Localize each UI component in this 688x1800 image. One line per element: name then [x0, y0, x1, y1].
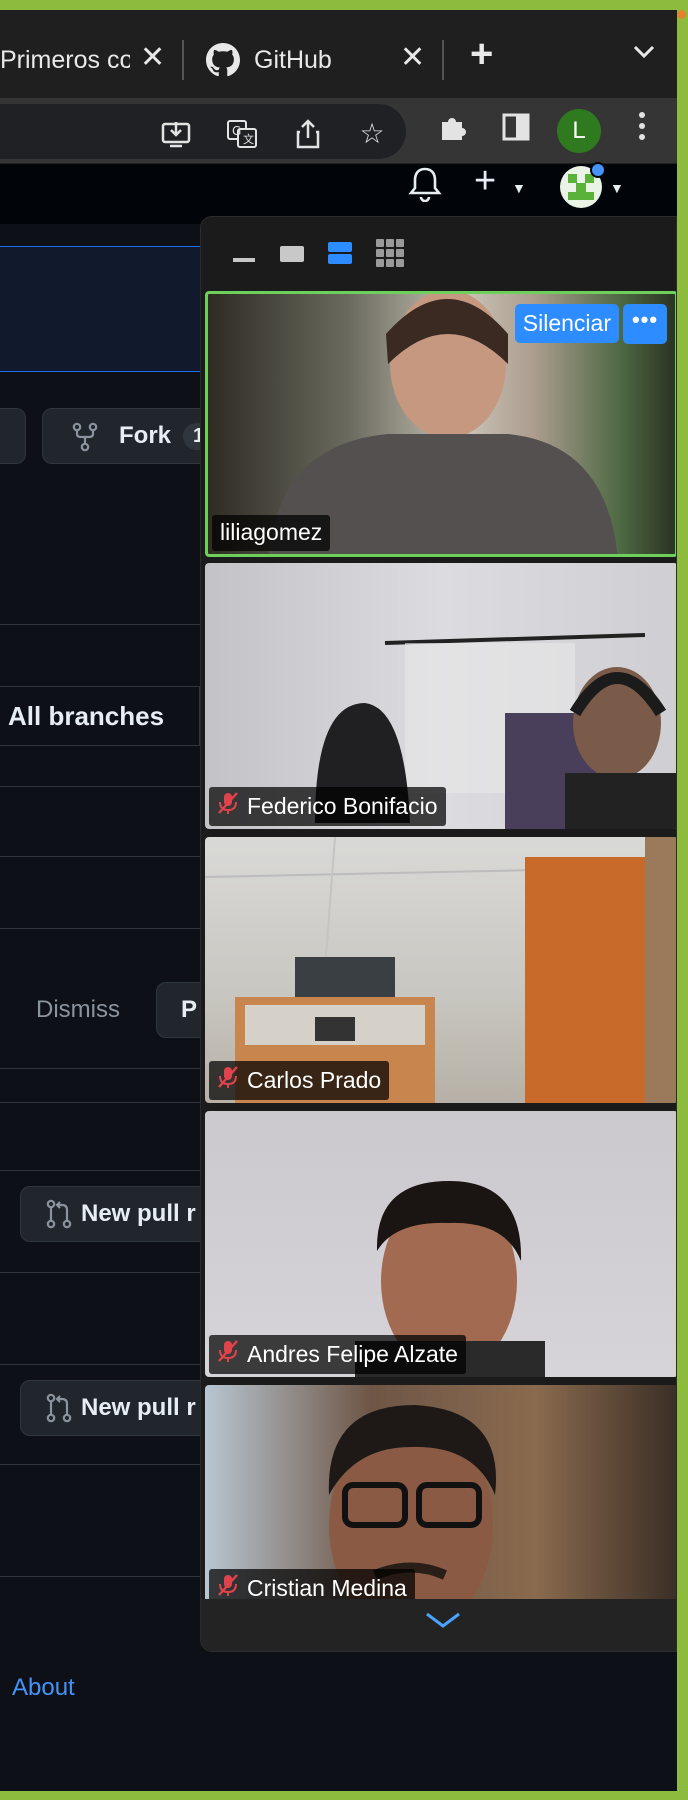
divider	[0, 786, 200, 787]
divider	[0, 1272, 200, 1273]
side-panel-icon[interactable]	[500, 112, 532, 144]
about-link[interactable]: About	[12, 1674, 75, 1702]
tab-title: Primeros co	[0, 45, 130, 74]
git-pull-request-icon	[45, 1199, 73, 1229]
muted-mic-icon	[217, 1065, 239, 1095]
fork-icon	[71, 422, 99, 452]
participant-name-tag: liliagomez	[212, 515, 331, 551]
tab-title: GitHub	[254, 45, 332, 74]
divider	[0, 1576, 200, 1577]
divider	[0, 856, 200, 857]
info-banner	[0, 246, 220, 372]
muted-mic-icon	[217, 791, 239, 821]
divider	[0, 928, 200, 929]
video-tile[interactable]: Andres Felipe Alzate	[205, 1111, 676, 1377]
muted-mic-icon	[217, 1339, 239, 1369]
divider	[0, 624, 200, 625]
chevron-down-icon[interactable]	[424, 1609, 462, 1636]
participant-name-tag: Federico Bonifacio	[209, 787, 446, 826]
button-label: New pull r	[81, 1200, 196, 1227]
button-label: P	[181, 996, 198, 1023]
divider	[0, 1102, 200, 1103]
fork-button[interactable]: Fork 1	[42, 408, 212, 464]
svg-text:文: 文	[243, 132, 254, 146]
git-pull-request-icon	[45, 1393, 73, 1423]
video-tile[interactable]: Silenciar ••• liliagomez	[205, 291, 676, 557]
svg-text:G: G	[232, 124, 241, 138]
profile-avatar[interactable]: L	[557, 109, 601, 153]
video-tile[interactable]: Federico Bonifacio	[205, 563, 676, 829]
caret-down-icon[interactable]: ▼	[512, 180, 526, 196]
caret-down-icon[interactable]: ▼	[610, 180, 624, 196]
view-mode-switcher	[231, 238, 405, 273]
new-tab-button[interactable]: +	[470, 32, 493, 77]
browser-toolbar: G文 ☆ L	[0, 98, 677, 164]
github-icon	[206, 43, 240, 77]
new-pull-request-button[interactable]: New pull r	[20, 1186, 220, 1242]
star-icon[interactable]: ☆	[356, 118, 388, 150]
video-tile[interactable]: Carlos Prado	[205, 837, 676, 1103]
participant-name: Carlos Prado	[247, 1066, 382, 1093]
address-bar[interactable]: G文 ☆	[0, 104, 406, 159]
divider	[0, 1170, 200, 1171]
participant-name: Federico Bonifacio	[247, 792, 438, 819]
more-options-button[interactable]: •••	[623, 304, 667, 344]
browser-window: Primeros co ✕ GitHub ✕ + G文 ☆ L + ▼ ▼ Fo…	[0, 10, 677, 1791]
scroll-down-bar[interactable]	[201, 1599, 676, 1651]
notification-indicator	[677, 10, 686, 19]
participant-name-tag: Andres Felipe Alzate	[209, 1335, 466, 1374]
notification-dot	[590, 162, 606, 178]
participant-name-tag: Carlos Prado	[209, 1061, 390, 1100]
meeting-gallery-panel: Silenciar ••• liliagomez Federico Bonifa…	[200, 216, 677, 1652]
dismiss-button[interactable]: Dismiss	[36, 996, 120, 1024]
translate-icon[interactable]: G文	[226, 118, 258, 150]
button-label: New pull r	[81, 1394, 196, 1421]
new-pull-request-button[interactable]: New pull r	[20, 1380, 220, 1436]
participant-name: liliagomez	[220, 519, 323, 545]
tab-strip: Primeros co ✕ GitHub ✕ +	[0, 10, 677, 98]
install-icon[interactable]	[160, 118, 192, 150]
share-icon[interactable]	[292, 118, 324, 150]
video-tile[interactable]: Cristian Medina	[205, 1385, 676, 1611]
speaker-view-icon[interactable]	[279, 240, 305, 271]
grid-view-icon[interactable]	[375, 238, 405, 273]
fork-label: Fork	[119, 422, 172, 449]
all-branches-link[interactable]: All branches	[0, 686, 200, 746]
menu-icon[interactable]	[637, 112, 647, 145]
minimize-view-icon[interactable]	[231, 240, 257, 271]
participant-name: Cristian Medina	[247, 1574, 407, 1601]
tab-github[interactable]: GitHub	[206, 30, 426, 90]
bell-icon[interactable]	[408, 166, 442, 207]
close-icon[interactable]: ✕	[400, 40, 425, 75]
tab-separator	[182, 40, 184, 80]
mute-participant-button[interactable]: Silenciar	[514, 304, 619, 343]
extensions-icon[interactable]	[436, 112, 468, 144]
create-new-icon[interactable]: +	[474, 160, 496, 203]
star-button[interactable]	[0, 408, 26, 464]
divider	[0, 1364, 200, 1365]
close-icon[interactable]: ✕	[140, 40, 165, 75]
chevron-down-icon[interactable]	[632, 44, 656, 65]
tab-separator	[442, 40, 444, 80]
participant-name: Andres Felipe Alzate	[247, 1340, 458, 1367]
divider	[0, 1464, 200, 1465]
strip-view-icon[interactable]	[327, 240, 353, 271]
divider	[0, 1068, 200, 1069]
